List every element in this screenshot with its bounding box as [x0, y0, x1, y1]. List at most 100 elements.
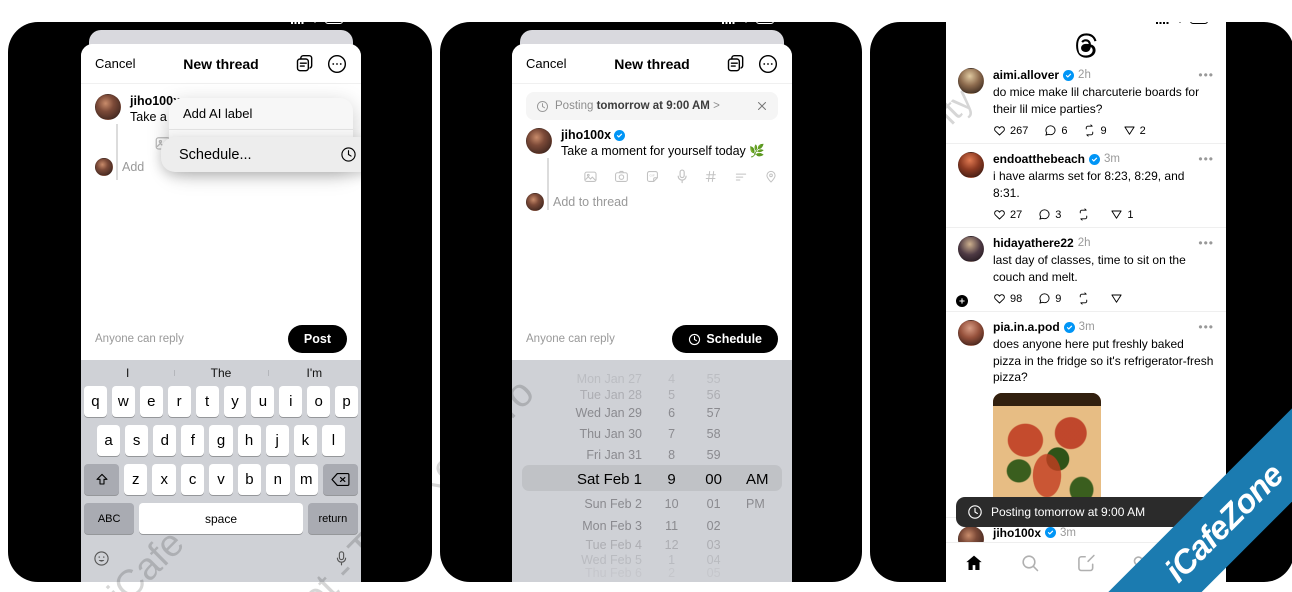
- more-circle-icon[interactable]: [327, 54, 347, 74]
- microphone-icon[interactable]: [334, 550, 349, 567]
- picker-row[interactable]: Thu Jan 30 7 58: [512, 423, 792, 444]
- avatar[interactable]: [958, 68, 984, 94]
- picker-row[interactable]: Sun Feb 2 10 01 PM: [512, 492, 792, 515]
- like-action[interactable]: 27: [993, 208, 1022, 221]
- post-more-icon[interactable]: •••: [1198, 153, 1214, 165]
- picker-row[interactable]: Mon Jan 27 4 55: [512, 372, 792, 386]
- key-m[interactable]: m: [294, 464, 318, 495]
- copy-threads-icon[interactable]: [295, 54, 315, 74]
- backspace-icon[interactable]: [322, 464, 359, 495]
- cancel-button[interactable]: Cancel: [95, 56, 135, 71]
- follow-badge-icon[interactable]: [956, 295, 968, 308]
- location-icon[interactable]: [764, 168, 778, 185]
- key-h[interactable]: h: [237, 425, 261, 456]
- prediction-2[interactable]: I'm: [267, 366, 361, 380]
- key-j[interactable]: j: [265, 425, 289, 456]
- key-a[interactable]: a: [97, 425, 121, 456]
- picker-row[interactable]: Wed Feb 5 1 04: [512, 553, 792, 567]
- reply-action[interactable]: 6: [1044, 124, 1067, 137]
- key-t[interactable]: t: [195, 386, 219, 417]
- prediction-0[interactable]: I: [81, 366, 174, 380]
- abc-key[interactable]: ABC: [84, 503, 135, 534]
- like-action[interactable]: 98: [993, 292, 1022, 305]
- key-s[interactable]: s: [125, 425, 149, 456]
- emoji-icon[interactable]: [93, 550, 110, 567]
- key-w[interactable]: w: [111, 386, 135, 417]
- post-button[interactable]: Post: [287, 325, 347, 353]
- post-username[interactable]: hidayathere22: [993, 236, 1074, 250]
- prediction-1[interactable]: The: [174, 366, 267, 380]
- audience-label[interactable]: Anyone can reply: [526, 333, 615, 345]
- post-username[interactable]: aimi.allover: [993, 68, 1059, 82]
- space-key[interactable]: space: [139, 503, 303, 534]
- photo-icon[interactable]: [583, 168, 598, 185]
- key-x[interactable]: x: [152, 464, 176, 495]
- profile-icon[interactable]: [1188, 553, 1208, 573]
- avatar[interactable]: [958, 236, 984, 263]
- home-icon[interactable]: [964, 553, 984, 573]
- share-action[interactable]: [1110, 292, 1127, 305]
- key-z[interactable]: z: [124, 464, 148, 495]
- key-q[interactable]: q: [83, 386, 107, 417]
- picker-row[interactable]: Thu Feb 6 2 05: [512, 566, 792, 580]
- picker-row[interactable]: Mon Feb 3 11 02: [512, 515, 792, 536]
- picker-row-selected[interactable]: Sat Feb 1 9 00 AM: [512, 466, 792, 492]
- feed-post[interactable]: aimi.allover 2h ••• do mice make lil cha…: [946, 60, 1226, 145]
- post-more-icon[interactable]: •••: [1198, 237, 1214, 249]
- return-key[interactable]: return: [307, 503, 358, 534]
- menu-item-schedule[interactable]: Schedule...: [161, 137, 361, 172]
- avatar[interactable]: [958, 152, 984, 179]
- key-k[interactable]: k: [293, 425, 317, 456]
- shift-icon[interactable]: [83, 464, 120, 495]
- post-image[interactable]: [993, 392, 1101, 511]
- avatar[interactable]: [95, 94, 121, 120]
- key-f[interactable]: f: [181, 425, 205, 456]
- reply-action[interactable]: 3: [1038, 208, 1061, 221]
- post-more-icon[interactable]: •••: [1198, 527, 1214, 539]
- share-action[interactable]: 1: [1110, 208, 1134, 221]
- microphone-icon[interactable]: [676, 168, 688, 185]
- key-n[interactable]: n: [266, 464, 290, 495]
- repost-action[interactable]: [1077, 208, 1094, 221]
- poll-icon[interactable]: [734, 168, 748, 185]
- add-to-thread-row-2[interactable]: Add to thread: [526, 192, 778, 211]
- key-o[interactable]: o: [307, 386, 331, 417]
- key-u[interactable]: u: [251, 386, 275, 417]
- picker-row[interactable]: Fri Jan 31 8 59: [512, 444, 792, 466]
- key-r[interactable]: r: [167, 386, 191, 417]
- schedule-banner[interactable]: Posting tomorrow at 9:00 AM >: [526, 92, 778, 120]
- share-action[interactable]: 2: [1123, 124, 1146, 137]
- reply-action[interactable]: 9: [1038, 292, 1061, 305]
- picker-row[interactable]: Tue Jan 28 5 56: [512, 386, 792, 403]
- heart-icon[interactable]: [1132, 553, 1152, 573]
- avatar[interactable]: [526, 128, 552, 154]
- feed-post[interactable]: pia.in.a.pod 3m ••• does anyone here put…: [946, 312, 1226, 518]
- key-c[interactable]: c: [180, 464, 205, 495]
- close-icon[interactable]: [756, 100, 768, 112]
- picker-row[interactable]: Wed Jan 29 6 57: [512, 403, 792, 423]
- feed-post[interactable]: hidayathere22 2h ••• last day of classes…: [946, 228, 1226, 313]
- avatar[interactable]: [958, 525, 984, 542]
- post-username[interactable]: jiho100x: [993, 526, 1041, 540]
- repost-action[interactable]: [1077, 292, 1094, 305]
- schedule-button[interactable]: Schedule: [672, 325, 778, 353]
- post-more-icon[interactable]: •••: [1198, 321, 1214, 333]
- gif-icon[interactable]: GIF: [645, 168, 660, 185]
- avatar[interactable]: [958, 320, 984, 347]
- audience-label[interactable]: Anyone can reply: [95, 333, 184, 345]
- compose-icon[interactable]: [1076, 553, 1096, 573]
- picker-row[interactable]: Tue Feb 4 12 03: [512, 536, 792, 553]
- hashtag-icon[interactable]: [704, 168, 718, 185]
- search-icon[interactable]: [1020, 553, 1040, 573]
- camera-icon[interactable]: [614, 168, 629, 185]
- threads-feed[interactable]: aimi.allover 2h ••• do mice make lil cha…: [946, 60, 1226, 542]
- more-circle-icon[interactable]: [758, 54, 778, 74]
- key-b[interactable]: b: [237, 464, 262, 495]
- copy-threads-icon[interactable]: [726, 54, 746, 74]
- datetime-picker[interactable]: Mon Jan 27 4 55 Tue Jan 28 5 56 Wed Jan …: [512, 360, 792, 582]
- key-l[interactable]: l: [321, 425, 345, 456]
- post-username[interactable]: pia.in.a.pod: [993, 320, 1060, 334]
- post-username[interactable]: endoatthebeach: [993, 152, 1085, 166]
- cancel-button[interactable]: Cancel: [526, 56, 566, 71]
- feed-post[interactable]: endoatthebeach 3m ••• i have alarms set …: [946, 144, 1226, 229]
